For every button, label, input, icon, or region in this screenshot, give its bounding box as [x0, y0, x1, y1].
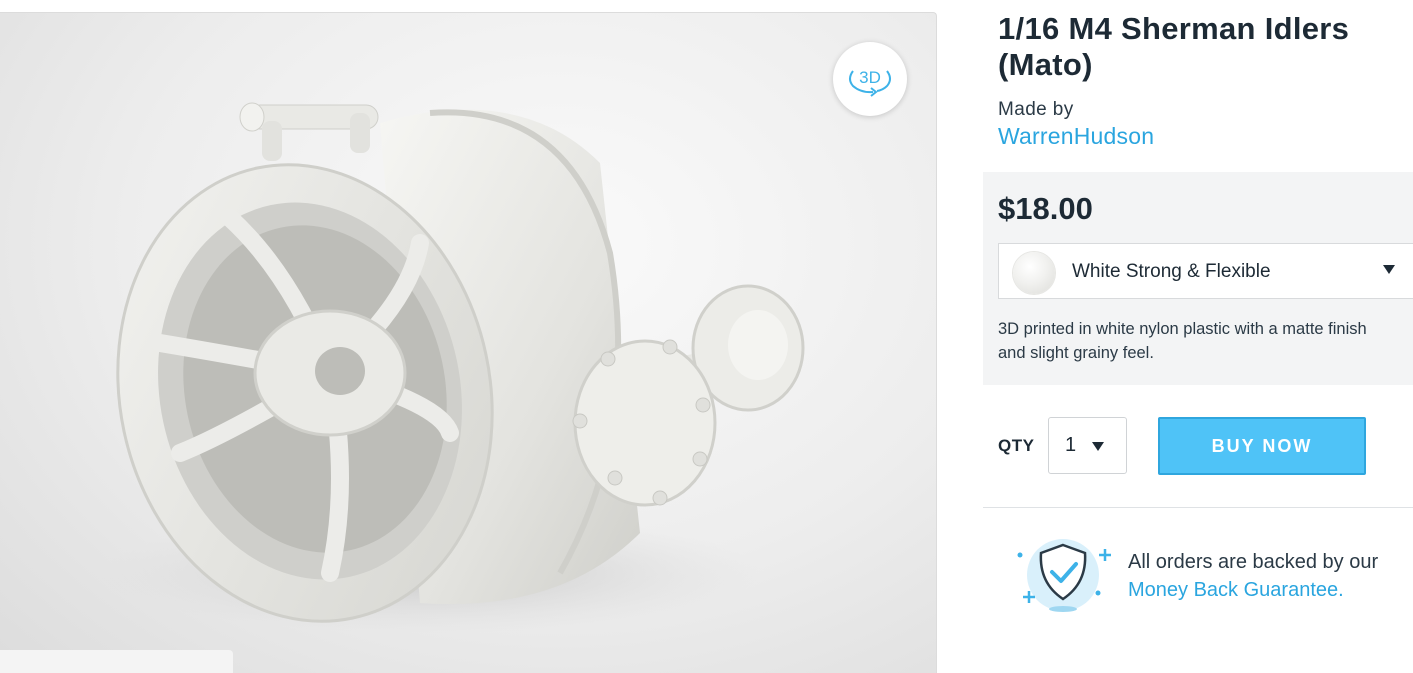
money-back-guarantee-link[interactable]: Money Back Guarantee. [1128, 579, 1344, 601]
divider [983, 507, 1413, 508]
material-swatch [1013, 252, 1055, 294]
product-title: 1/16 M4 Sherman Idlers (Mato) [998, 11, 1350, 82]
price: $18.00 [998, 191, 1093, 226]
material-select[interactable]: White Strong & Flexible [998, 243, 1413, 299]
view-3d-button[interactable]: 3D [833, 42, 907, 116]
quantity-select[interactable]: 1 [1048, 417, 1127, 474]
made-by-label: Made by [998, 99, 1074, 120]
buy-now-button[interactable]: BUY NOW [1158, 417, 1366, 475]
guarantee-text: All orders are backed by our Money Back … [1128, 548, 1413, 604]
quantity-value: 1 [1065, 434, 1077, 456]
chevron-down-icon [1383, 265, 1395, 274]
designer-link[interactable]: WarrenHudson [998, 123, 1154, 150]
viewer-thumbnail-tab[interactable] [0, 650, 233, 673]
model-viewer[interactable]: 3D [0, 12, 937, 673]
qty-label: QTY [998, 436, 1035, 455]
price-panel: $18.00 White Strong & Flexible 3D printe… [983, 172, 1413, 385]
material-selected-label: White Strong & Flexible [1072, 261, 1271, 282]
chevron-down-icon [1092, 442, 1104, 451]
shield-check-icon [1017, 539, 1111, 612]
material-description: 3D printed in white nylon plastic with a… [998, 320, 1367, 362]
product-render-image[interactable] [0, 13, 936, 673]
rotate-3d-icon: 3D [849, 68, 891, 97]
view-3d-label: 3D [859, 68, 881, 87]
guarantee-statement: All orders are backed by our [1128, 551, 1379, 573]
